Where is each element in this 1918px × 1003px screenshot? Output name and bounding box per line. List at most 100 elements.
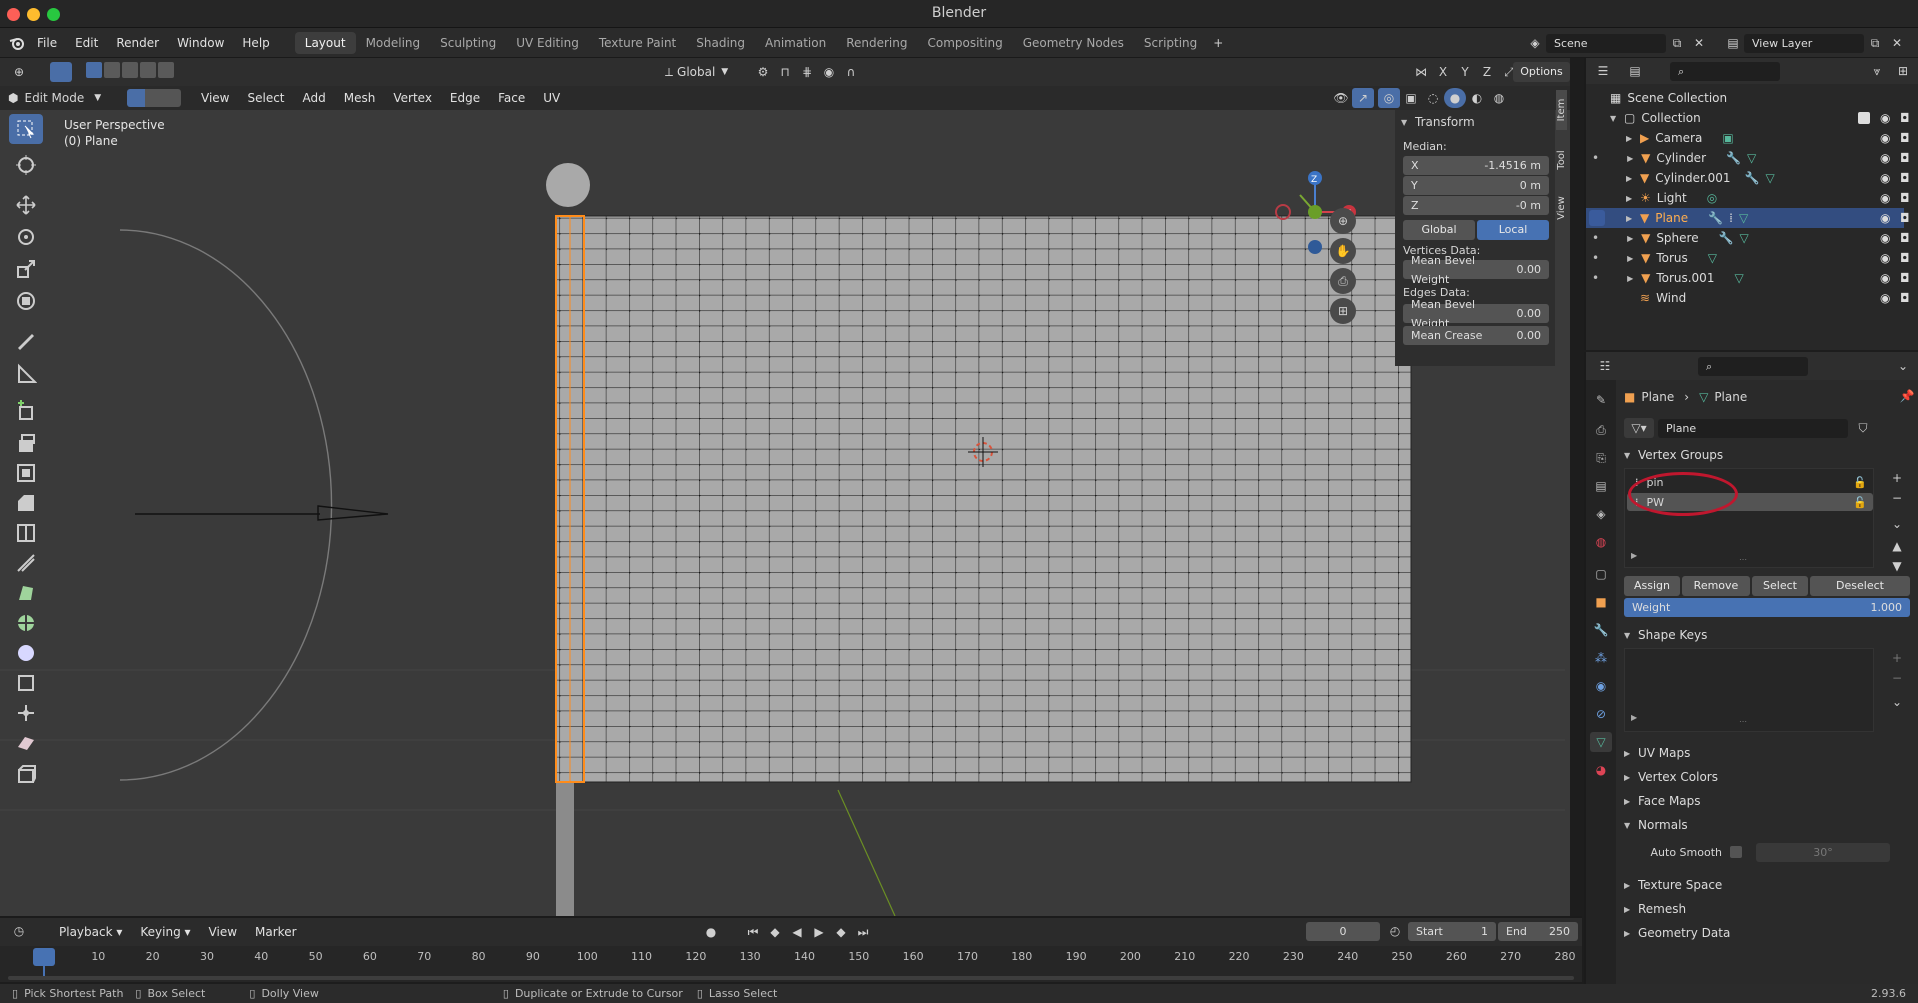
vertex-groups-header[interactable]: ▼ Vertex Groups <box>1624 444 1723 466</box>
tab-geometry-nodes[interactable]: Geometry Nodes <box>1013 32 1134 54</box>
add-cube-tool-icon[interactable] <box>9 396 43 426</box>
edge-slide-tool-icon[interactable] <box>9 668 43 698</box>
vertex-bevel-weight-field[interactable]: Mean Bevel Weight 0.00 <box>1403 254 1549 286</box>
start-frame-field[interactable]: Start 1 <box>1408 922 1496 941</box>
select-box-tool[interactable] <box>9 114 43 144</box>
world-tab-icon[interactable]: ◍ <box>1590 532 1612 552</box>
menu-select[interactable]: Select <box>238 87 293 109</box>
pan-hand-icon[interactable]: ✋ <box>1330 238 1356 264</box>
rendered-shading-icon[interactable]: ◍ <box>1488 88 1510 108</box>
remove-shape-key-icon[interactable]: − <box>1886 668 1908 688</box>
tab-view[interactable]: View <box>1556 188 1567 228</box>
scene-name-field[interactable]: Scene <box>1546 33 1666 53</box>
move-up-icon[interactable]: ▲ <box>1886 536 1908 556</box>
delete-view-layer-icon[interactable]: ✕ <box>1886 33 1908 53</box>
median-x-field[interactable]: X -1.4516 m <box>1403 156 1549 175</box>
chevron-right-icon[interactable]: ▶ <box>1631 551 1637 560</box>
menu-add[interactable]: Add <box>294 87 335 109</box>
new-scene-icon[interactable]: ⧉ <box>1666 33 1688 53</box>
menu-face[interactable]: Face <box>489 87 534 109</box>
tool-tab-icon[interactable]: ✎ <box>1590 390 1612 410</box>
collection-row[interactable]: ▼ ▢ Collection ◉ ◘ <box>1586 108 1910 128</box>
eye-icon[interactable]: ◉ <box>1880 231 1890 245</box>
tab-modeling[interactable]: Modeling <box>356 32 431 54</box>
median-z-field[interactable]: Z -0 m <box>1403 196 1549 215</box>
chevron-right-icon[interactable]: ▶ <box>1631 713 1637 722</box>
global-toggle[interactable]: Global <box>1403 220 1475 240</box>
transform-orientation[interactable]: ⟂ Global ▼ <box>665 62 728 82</box>
clock-icon[interactable]: ◴ <box>1384 921 1406 941</box>
rotate-tool-icon[interactable] <box>9 222 43 252</box>
median-y-field[interactable]: Y0 m <box>1403 176 1549 195</box>
mirror-z-button[interactable]: Z <box>1476 62 1498 82</box>
eye-icon[interactable]: ◉ <box>1880 251 1890 265</box>
edge-select-icon[interactable] <box>145 89 163 107</box>
3d-viewport[interactable]: ⊕ ⟂ Global ▼ ⚙ ⊓ ⋕ ◉ ∩ ⋈ X Y Z ⤢ Options… <box>0 58 1570 916</box>
weight-slider[interactable]: Weight 1.000 <box>1624 598 1910 617</box>
next-keyframe-icon[interactable]: ◆ <box>830 922 852 942</box>
mirror-x-button[interactable]: X <box>1432 62 1454 82</box>
add-group-icon[interactable]: + <box>1886 468 1908 488</box>
tab-tool[interactable]: Tool <box>1556 140 1567 180</box>
particles-tab-icon[interactable]: ⁂ <box>1590 648 1612 668</box>
edit-mode-indicator-icon[interactable] <box>1589 210 1605 226</box>
eye-icon[interactable]: ◉ <box>1880 191 1890 205</box>
overlays-icon[interactable]: ◎ <box>1378 88 1400 108</box>
smooth-tool-icon[interactable] <box>9 638 43 668</box>
outliner-item-torus[interactable]: • ▶ ▼ Torus ▽ ◉ ◘ <box>1586 248 1910 268</box>
select-button[interactable]: Select <box>1752 576 1808 596</box>
view-layer-field[interactable]: View Layer <box>1744 33 1864 53</box>
render-tab-icon[interactable]: ⎙ <box>1590 420 1612 440</box>
camera-render-icon[interactable]: ◘ <box>1900 231 1910 245</box>
material-tab-icon[interactable]: ◕ <box>1590 760 1612 780</box>
menu-view[interactable]: View <box>192 87 238 109</box>
face-maps-header[interactable]: ▶ Face Maps <box>1624 790 1701 812</box>
shape-key-specials-icon[interactable]: ⌄ <box>1886 692 1908 712</box>
rip-tool-icon[interactable] <box>9 760 43 790</box>
remove-button[interactable]: Remove <box>1682 576 1750 596</box>
data-tab-icon[interactable]: ▽ <box>1590 732 1612 752</box>
camera-render-icon[interactable]: ◘ <box>1900 271 1910 285</box>
extend-selection-icon[interactable] <box>104 62 120 78</box>
vertex-select-icon[interactable] <box>127 89 145 107</box>
perspective-toggle-icon[interactable]: ⊞ <box>1330 298 1356 324</box>
camera-view-icon[interactable]: ⎙ <box>1330 268 1356 294</box>
scene-tab-icon[interactable]: ◈ <box>1590 504 1612 524</box>
set-selection-icon[interactable] <box>86 62 102 78</box>
pin-icon[interactable]: 📌 <box>1896 386 1918 406</box>
remove-group-icon[interactable]: − <box>1886 488 1908 508</box>
camera-render-icon[interactable]: ◘ <box>1900 131 1910 145</box>
move-tool-icon[interactable] <box>9 190 43 220</box>
editor-type-icon[interactable]: ⊕ <box>8 62 30 82</box>
view-menu[interactable]: View <box>200 921 246 943</box>
transform-tool-icon[interactable] <box>9 286 43 316</box>
outliner-item-light[interactable]: ▶ ☀ Light ◎ ◉ ◘ <box>1586 188 1910 208</box>
shear-tool-icon[interactable] <box>9 728 43 758</box>
collection-tab-icon[interactable]: ▢ <box>1590 564 1612 584</box>
jump-start-icon[interactable]: ⏮ <box>742 922 764 942</box>
specials-menu-icon[interactable]: ⌄ <box>1886 514 1908 534</box>
poly-build-tool-icon[interactable] <box>9 578 43 608</box>
falloff-icon[interactable]: ∩ <box>840 62 862 82</box>
record-icon[interactable]: ● <box>700 922 722 942</box>
chevron-down-icon[interactable]: ⌄ <box>1892 356 1914 376</box>
timeline-editor-icon[interactable]: ◷ <box>8 921 30 941</box>
lock-icon[interactable]: 🔓 <box>1853 496 1867 509</box>
camera-render-icon[interactable]: ◘ <box>1900 111 1910 125</box>
inset-tool-icon[interactable] <box>9 458 43 488</box>
bevel-tool-icon[interactable] <box>9 488 43 518</box>
camera-render-icon[interactable]: ◘ <box>1900 151 1910 165</box>
shape-keys-header[interactable]: ▼ Shape Keys <box>1624 624 1707 646</box>
local-toggle[interactable]: Local <box>1477 220 1549 240</box>
eye-icon[interactable]: ◉ <box>1880 111 1890 125</box>
properties-search-input[interactable]: ⌕ <box>1698 357 1808 376</box>
prev-keyframe-icon[interactable]: ◆ <box>764 922 786 942</box>
menu-file[interactable]: File <box>28 32 66 54</box>
loop-cut-tool-icon[interactable] <box>9 518 43 548</box>
scene-selector[interactable]: ◈ Scene ⧉ ✕ <box>1524 32 1710 54</box>
playback-menu[interactable]: Playback ▾ <box>50 921 131 943</box>
menu-uv[interactable]: UV <box>534 87 569 109</box>
current-frame-field[interactable]: 0 <box>1306 922 1380 941</box>
outliner-item-camera[interactable]: ▶ ▶ Camera ▣ ◉ ◘ <box>1586 128 1910 148</box>
select-box-mode-icon[interactable] <box>50 62 72 82</box>
